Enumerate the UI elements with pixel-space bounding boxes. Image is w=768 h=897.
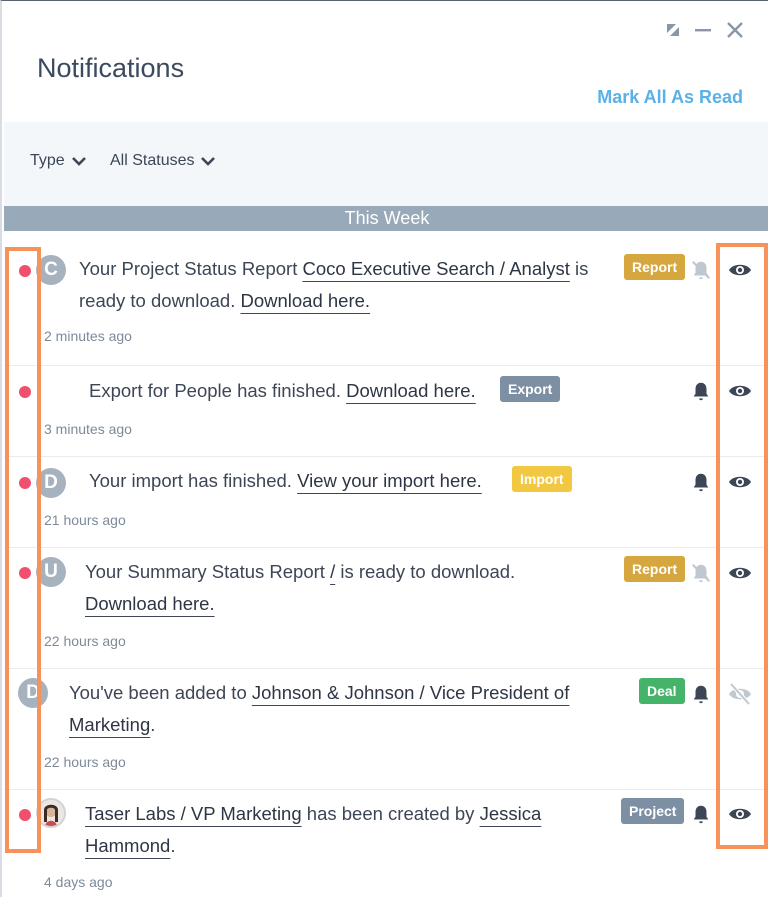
type-badge: Report bbox=[624, 254, 686, 280]
notification-message: You've been added to Johnson & Johnson /… bbox=[69, 682, 570, 735]
status-filter[interactable]: All Statuses bbox=[110, 152, 216, 170]
notification-item[interactable]: Export for People has finished. Download… bbox=[4, 366, 768, 457]
filter-bar: Type All Statuses bbox=[4, 122, 768, 206]
bell-icon[interactable] bbox=[690, 683, 712, 705]
bell-muted-icon[interactable] bbox=[690, 562, 712, 584]
mark-all-read-link[interactable]: Mark All As Read bbox=[597, 87, 743, 108]
expand-icon[interactable] bbox=[666, 23, 680, 37]
view-import-link[interactable]: View your import here. bbox=[297, 470, 482, 491]
project-link[interactable]: Taser Labs / VP Marketing bbox=[85, 803, 302, 824]
bell-icon[interactable] bbox=[690, 380, 712, 402]
download-link[interactable]: Download here. bbox=[346, 380, 476, 401]
notifications-panel: Notifications Mark All As Read Type All … bbox=[0, 0, 768, 897]
bell-muted-icon[interactable] bbox=[690, 259, 712, 281]
page-title: Notifications bbox=[37, 53, 185, 83]
download-link[interactable]: Download here. bbox=[240, 290, 370, 311]
bell-icon[interactable] bbox=[690, 471, 712, 493]
timestamp: 22 hours ago bbox=[44, 754, 126, 770]
download-link[interactable]: Download here. bbox=[85, 593, 215, 614]
chevron-down-icon bbox=[71, 157, 86, 166]
notification-item[interactable]: D Your import has finished. View your im… bbox=[4, 457, 768, 548]
user-link[interactable]: Jessica bbox=[480, 803, 542, 824]
close-icon[interactable] bbox=[726, 21, 744, 39]
user-link-continued[interactable]: Hammond bbox=[85, 835, 170, 856]
timestamp: 21 hours ago bbox=[44, 512, 126, 528]
section-header: This Week bbox=[4, 206, 768, 231]
type-badge: Deal bbox=[639, 678, 685, 704]
read-toggle-column-highlight bbox=[716, 243, 768, 849]
deal-link[interactable]: Johnson & Johnson / Vice President of bbox=[252, 682, 569, 703]
type-badge: Import bbox=[512, 466, 572, 492]
chevron-down-icon bbox=[201, 157, 216, 166]
notification-message: Your Project Status Report Coco Executiv… bbox=[79, 258, 589, 311]
unread-column-highlight bbox=[5, 247, 41, 853]
minimize-icon[interactable] bbox=[694, 21, 712, 39]
report-link[interactable]: Coco Executive Search / Analyst bbox=[303, 258, 570, 279]
notification-item[interactable]: D You've been added to Johnson & Johnson… bbox=[4, 669, 768, 790]
type-badge: Project bbox=[621, 798, 685, 824]
user-photo-icon bbox=[38, 800, 64, 826]
deal-link-continued[interactable]: Marketing bbox=[69, 714, 150, 735]
type-badge: Report bbox=[624, 556, 686, 582]
notification-item[interactable]: C Your Project Status Report Coco Execut… bbox=[4, 231, 768, 366]
notification-item[interactable]: Taser Labs / VP Marketing has been creat… bbox=[4, 790, 768, 897]
type-filter[interactable]: Type bbox=[30, 152, 87, 170]
type-badge: Export bbox=[500, 376, 561, 402]
timestamp: 4 days ago bbox=[44, 874, 113, 890]
timestamp: 3 minutes ago bbox=[44, 421, 132, 437]
timestamp: 22 hours ago bbox=[44, 633, 126, 649]
status-filter-label: All Statuses bbox=[110, 152, 195, 169]
window-controls bbox=[666, 21, 744, 39]
notification-message: Taser Labs / VP Marketing has been creat… bbox=[85, 803, 542, 856]
notification-item[interactable]: U Your Summary Status Report / is ready … bbox=[4, 548, 768, 669]
timestamp: 2 minutes ago bbox=[44, 328, 132, 344]
type-filter-label: Type bbox=[30, 152, 65, 169]
notification-message: Your Summary Status Report / is ready to… bbox=[85, 561, 516, 614]
bell-icon[interactable] bbox=[690, 803, 712, 825]
